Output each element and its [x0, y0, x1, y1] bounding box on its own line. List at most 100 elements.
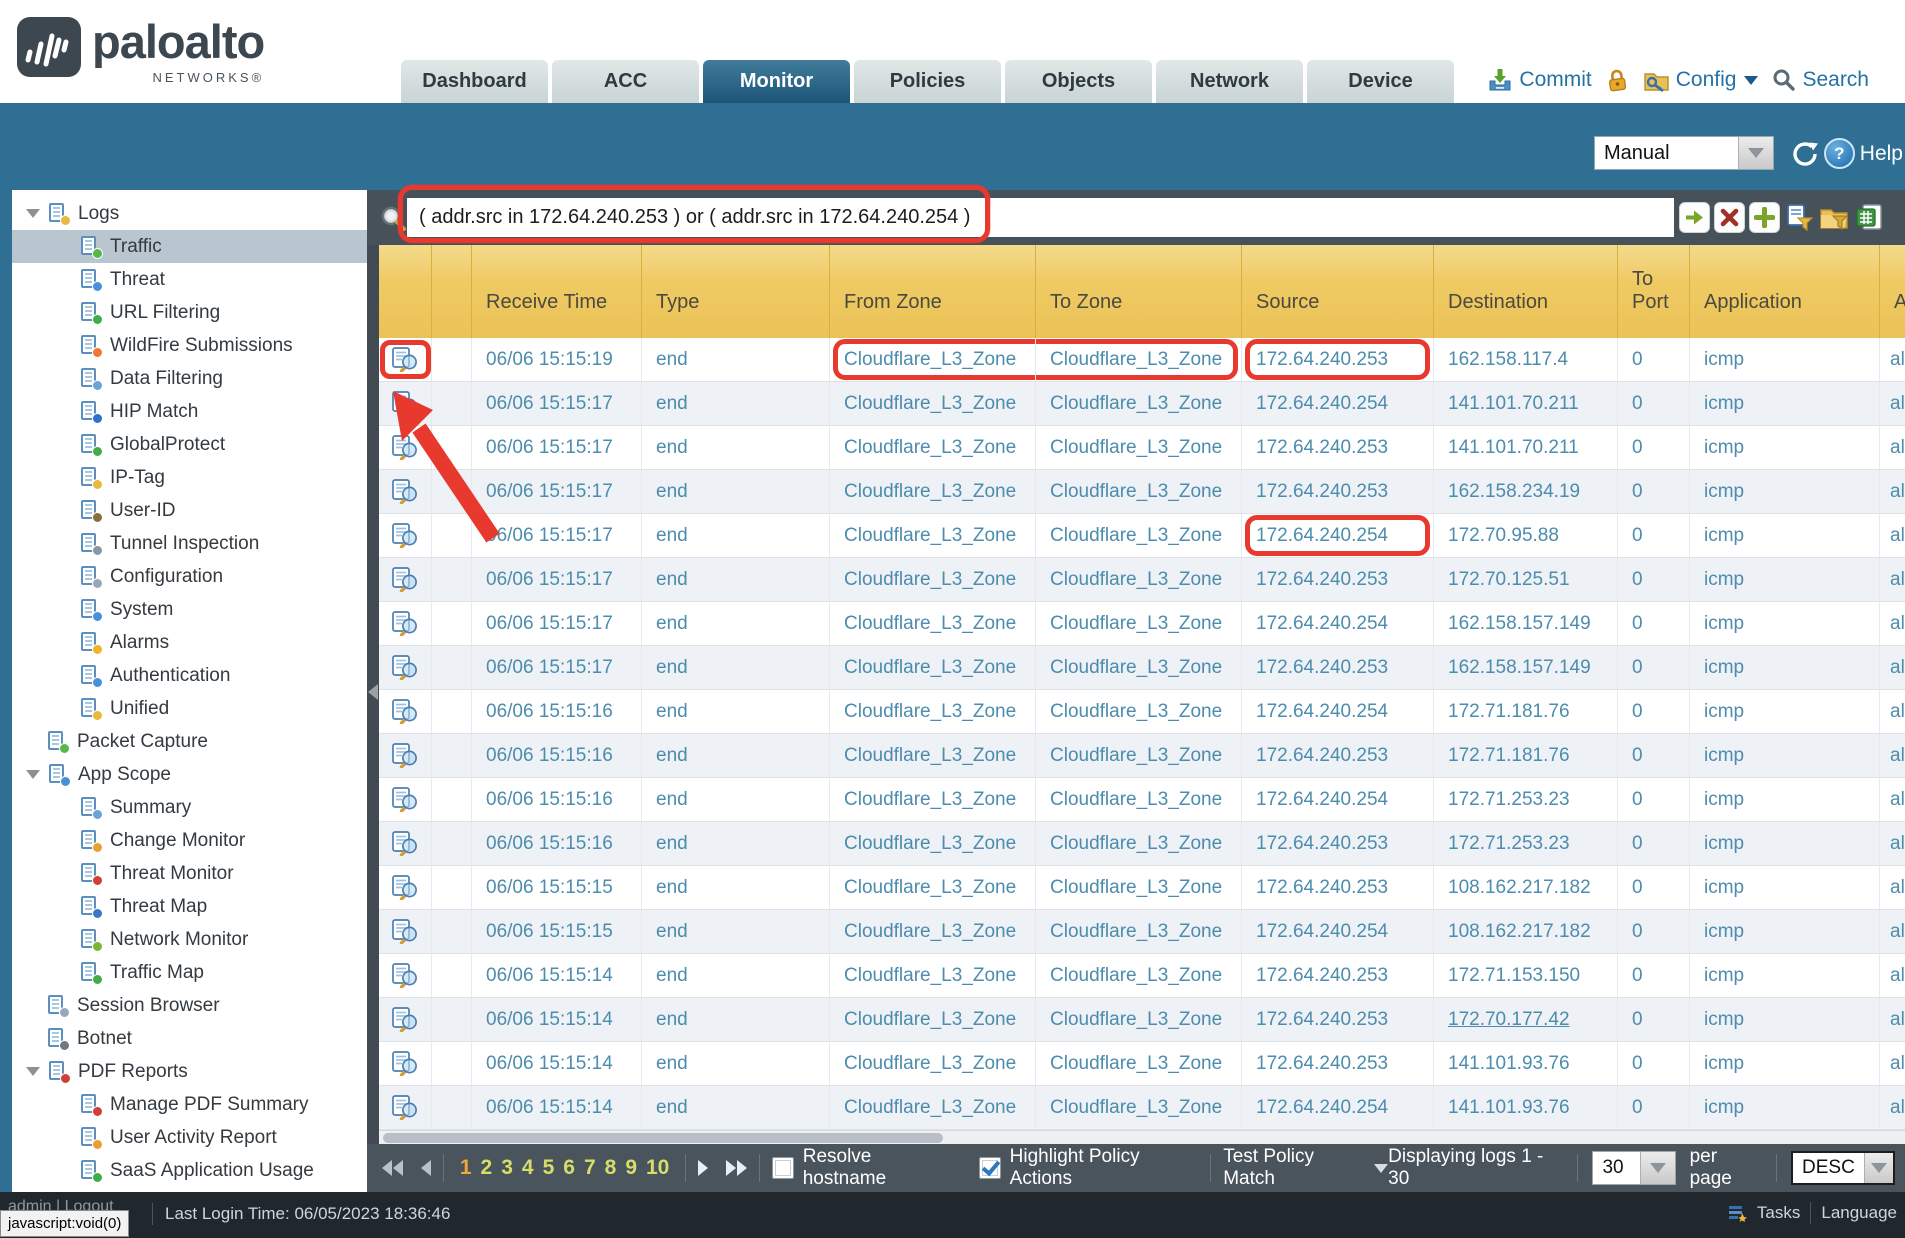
- cell-to_zone[interactable]: Cloudflare_L3_Zone: [1036, 426, 1242, 469]
- cell-type[interactable]: end: [642, 646, 830, 689]
- table-row[interactable]: 06/06 15:15:19endCloudflare_L3_ZoneCloud…: [379, 338, 1905, 382]
- cell-action[interactable]: allow: [1880, 1086, 1905, 1129]
- tasks-button[interactable]: Tasks: [1757, 1203, 1800, 1223]
- cell-type[interactable]: end: [642, 470, 830, 513]
- cell-application[interactable]: icmp: [1690, 954, 1880, 997]
- cell-from_zone[interactable]: Cloudflare_L3_Zone: [830, 1086, 1036, 1129]
- cell-to_port[interactable]: 0: [1618, 514, 1690, 557]
- cell-to_port[interactable]: 0: [1618, 382, 1690, 425]
- cell-to_zone[interactable]: Cloudflare_L3_Zone: [1036, 734, 1242, 777]
- cell-receive_time[interactable]: 06/06 15:15:15: [472, 866, 642, 909]
- cell-source[interactable]: 172.64.240.253: [1242, 426, 1434, 469]
- cell-application[interactable]: icmp: [1690, 338, 1880, 381]
- cell-action[interactable]: allow: [1880, 998, 1905, 1041]
- cell-to_zone[interactable]: Cloudflare_L3_Zone: [1036, 910, 1242, 953]
- cell-from_zone[interactable]: Cloudflare_L3_Zone: [830, 602, 1036, 645]
- cell-application[interactable]: icmp: [1690, 822, 1880, 865]
- sidebar-item-globalprotect[interactable]: GlobalProtect: [12, 428, 367, 461]
- sidebar-item-user-id[interactable]: User-ID: [12, 494, 367, 527]
- tab-network[interactable]: Network: [1156, 60, 1303, 103]
- cell-source[interactable]: 172.64.240.253: [1242, 338, 1434, 381]
- cell-receive_time[interactable]: 06/06 15:15:17: [472, 602, 642, 645]
- sidebar-item-network-monitor[interactable]: Network Monitor: [12, 923, 367, 956]
- cell-application[interactable]: icmp: [1690, 1086, 1880, 1129]
- column-header-to-zone[interactable]: To Zone: [1036, 245, 1242, 338]
- cell-to_port[interactable]: 0: [1618, 910, 1690, 953]
- cell-detail[interactable]: [379, 602, 432, 645]
- cell-to_port[interactable]: 0: [1618, 690, 1690, 733]
- sidebar-item-traffic[interactable]: Traffic: [12, 230, 367, 263]
- horizontal-scrollbar-thumb[interactable]: [383, 1133, 943, 1143]
- cell-type[interactable]: end: [642, 426, 830, 469]
- sidebar-item-packet-capture[interactable]: Packet Capture: [12, 725, 367, 758]
- sidebar-item-tunnel-inspection[interactable]: Tunnel Inspection: [12, 527, 367, 560]
- cell-detail[interactable]: [379, 734, 432, 777]
- cell-to_zone[interactable]: Cloudflare_L3_Zone: [1036, 778, 1242, 821]
- table-row[interactable]: 06/06 15:15:17endCloudflare_L3_ZoneCloud…: [379, 558, 1905, 602]
- cell-application[interactable]: icmp: [1690, 910, 1880, 953]
- cell-from_zone[interactable]: Cloudflare_L3_Zone: [830, 866, 1036, 909]
- column-header-application[interactable]: Application: [1690, 245, 1880, 338]
- refresh-icon[interactable]: [1790, 139, 1820, 169]
- sidebar-item-botnet[interactable]: Botnet: [12, 1022, 367, 1055]
- expander-triangle-icon[interactable]: [26, 770, 40, 779]
- cell-source[interactable]: 172.64.240.254: [1242, 1086, 1434, 1129]
- cell-source[interactable]: 172.64.240.254: [1242, 602, 1434, 645]
- cell-receive_time[interactable]: 06/06 15:15:17: [472, 426, 642, 469]
- cell-destination[interactable]: 162.158.157.149: [1434, 646, 1618, 689]
- cell-from_zone[interactable]: Cloudflare_L3_Zone: [830, 382, 1036, 425]
- cell-detail[interactable]: [379, 1042, 432, 1085]
- cell-destination[interactable]: 141.101.70.211: [1434, 382, 1618, 425]
- cell-to_zone[interactable]: Cloudflare_L3_Zone: [1036, 690, 1242, 733]
- cell-application[interactable]: icmp: [1690, 470, 1880, 513]
- cell-application[interactable]: icmp: [1690, 602, 1880, 645]
- page-number-3[interactable]: 3: [501, 1156, 513, 1180]
- cell-from_zone[interactable]: Cloudflare_L3_Zone: [830, 910, 1036, 953]
- cell-source[interactable]: 172.64.240.253: [1242, 866, 1434, 909]
- cell-to_port[interactable]: 0: [1618, 470, 1690, 513]
- cell-source[interactable]: 172.64.240.253: [1242, 734, 1434, 777]
- help-button[interactable]: ? Help: [1824, 138, 1903, 169]
- cell-from_zone[interactable]: Cloudflare_L3_Zone: [830, 1042, 1036, 1085]
- table-row[interactable]: 06/06 15:15:14endCloudflare_L3_ZoneCloud…: [379, 954, 1905, 998]
- tab-device[interactable]: Device: [1307, 60, 1454, 103]
- sidebar-item-user-activity-report[interactable]: User Activity Report: [12, 1121, 367, 1154]
- refresh-mode-dropdown-button[interactable]: [1738, 137, 1773, 169]
- cell-type[interactable]: end: [642, 778, 830, 821]
- cell-action[interactable]: allow: [1880, 690, 1905, 733]
- cell-source[interactable]: 172.64.240.253: [1242, 558, 1434, 601]
- cell-action[interactable]: allow: [1880, 1042, 1905, 1085]
- cell-destination[interactable]: 172.71.253.23: [1434, 822, 1618, 865]
- cell-detail[interactable]: [379, 646, 432, 689]
- cell-from_zone[interactable]: Cloudflare_L3_Zone: [830, 470, 1036, 513]
- cell-receive_time[interactable]: 06/06 15:15:17: [472, 558, 642, 601]
- cell-destination[interactable]: 172.71.181.76: [1434, 734, 1618, 777]
- sidebar-item-app-scope[interactable]: App Scope: [12, 758, 367, 791]
- table-row[interactable]: 06/06 15:15:14endCloudflare_L3_ZoneCloud…: [379, 1042, 1905, 1086]
- cell-type[interactable]: end: [642, 338, 830, 381]
- cell-action[interactable]: allow: [1880, 734, 1905, 777]
- cell-action[interactable]: allow: [1880, 954, 1905, 997]
- cell-type[interactable]: end: [642, 734, 830, 777]
- cell-destination[interactable]: 172.71.153.150: [1434, 954, 1618, 997]
- cell-from_zone[interactable]: Cloudflare_L3_Zone: [830, 734, 1036, 777]
- cell-type[interactable]: end: [642, 954, 830, 997]
- cell-source[interactable]: 172.64.240.253: [1242, 1042, 1434, 1085]
- column-header-type[interactable]: Type: [642, 245, 830, 338]
- apply-filter-button[interactable]: [1679, 202, 1710, 233]
- cell-type[interactable]: end: [642, 1042, 830, 1085]
- cell-destination[interactable]: 172.71.181.76: [1434, 690, 1618, 733]
- config-button[interactable]: Config: [1643, 68, 1759, 93]
- sidebar-item-summary[interactable]: Summary: [12, 791, 367, 824]
- cell-type[interactable]: end: [642, 602, 830, 645]
- cell-detail[interactable]: [379, 778, 432, 821]
- cell-action[interactable]: allow: [1880, 470, 1905, 513]
- cell-detail[interactable]: [379, 998, 432, 1041]
- cell-receive_time[interactable]: 06/06 15:15:15: [472, 910, 642, 953]
- cell-action[interactable]: allow: [1880, 514, 1905, 557]
- cell-receive_time[interactable]: 06/06 15:15:16: [472, 822, 642, 865]
- cell-receive_time[interactable]: 06/06 15:15:16: [472, 778, 642, 821]
- cell-to_port[interactable]: 0: [1618, 822, 1690, 865]
- previous-page-button[interactable]: [421, 1160, 431, 1176]
- cell-application[interactable]: icmp: [1690, 514, 1880, 557]
